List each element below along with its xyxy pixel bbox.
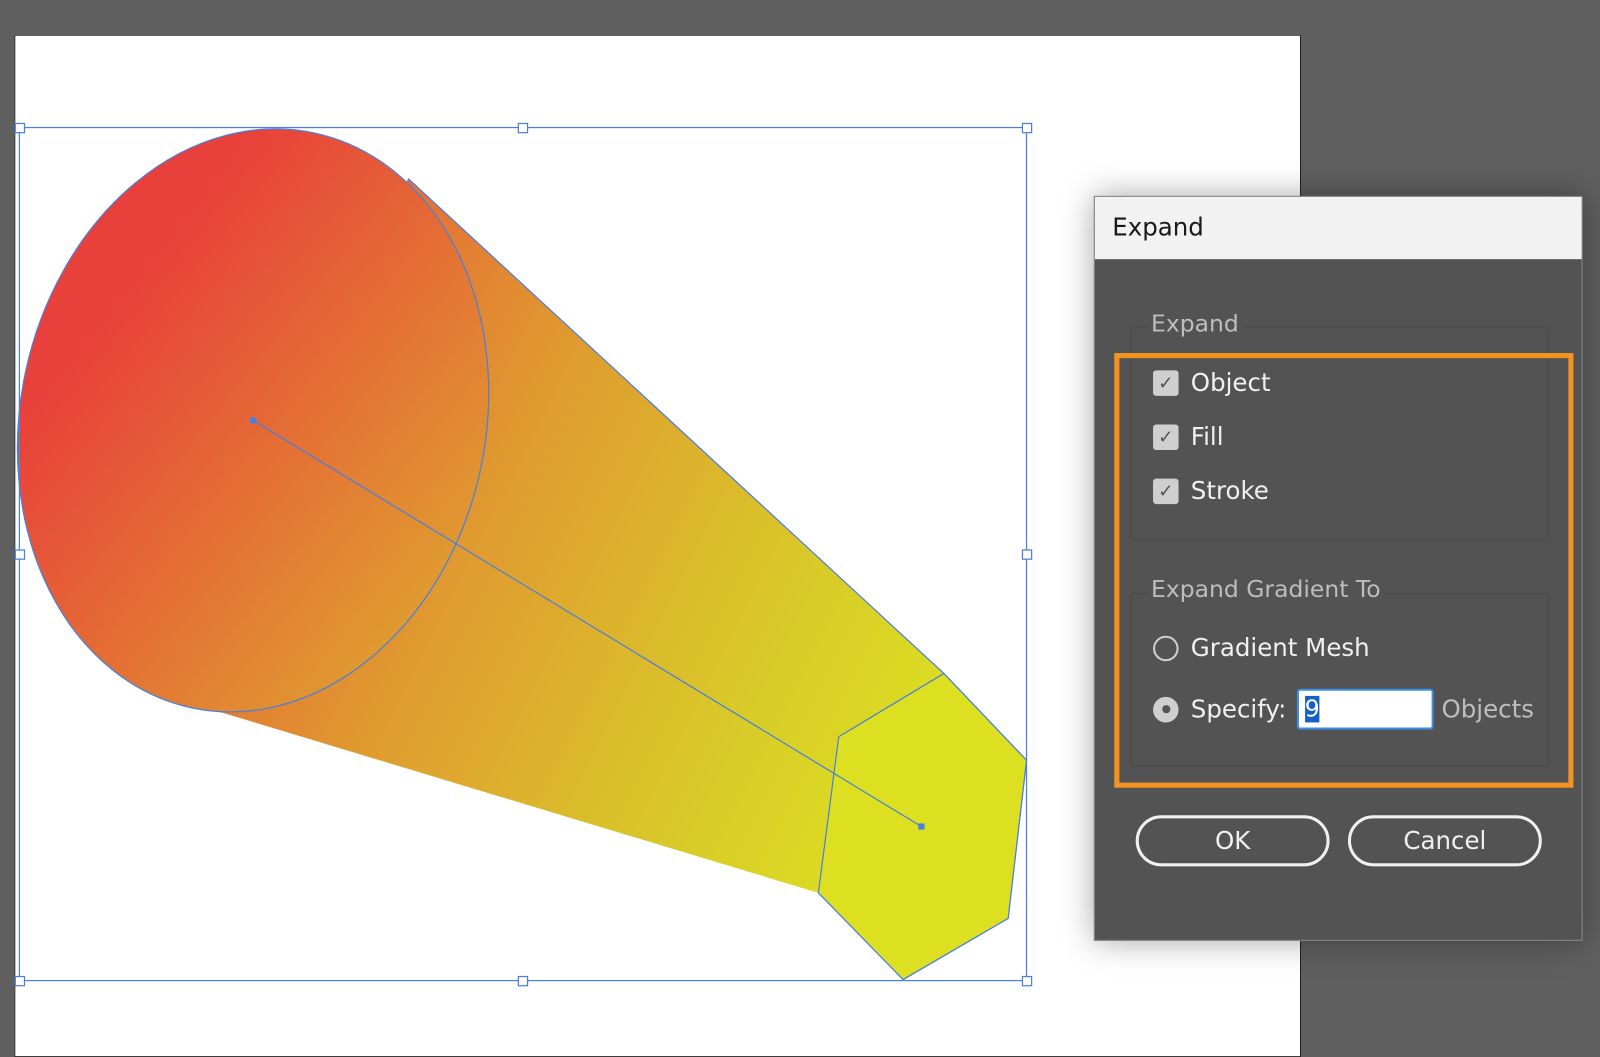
expand-group-label: Expand [1146,311,1243,338]
gradient-blend-shape[interactable] [0,85,1028,981]
cancel-button[interactable]: Cancel [1347,815,1542,867]
highlight-box [1114,353,1574,788]
dialog-title: Expand [1094,196,1582,260]
ok-button[interactable]: OK [1135,815,1330,867]
